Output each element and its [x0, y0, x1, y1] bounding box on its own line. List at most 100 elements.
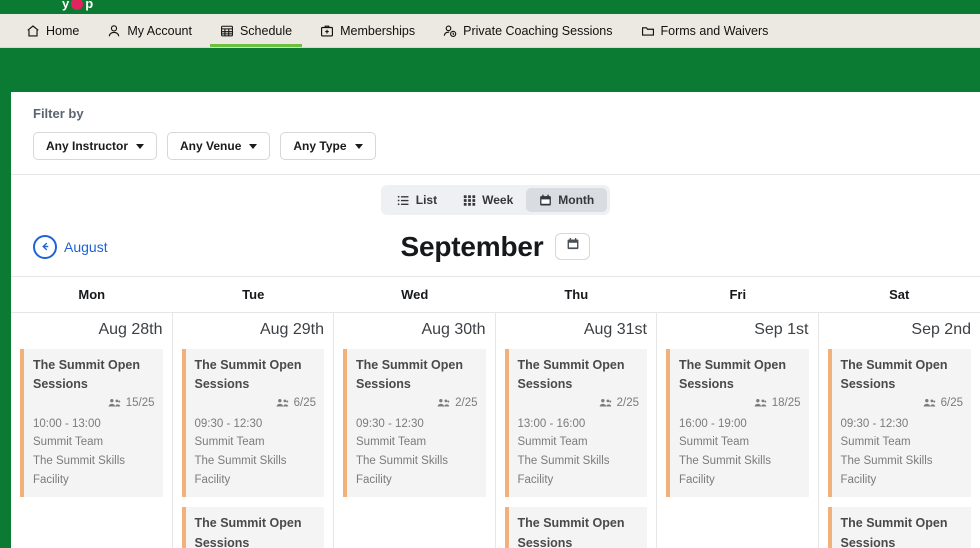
chevron-down-icon [249, 143, 258, 149]
weekday-sat: Sat [889, 287, 910, 302]
event-card[interactable]: The Summit Open Sessions 6/25 09:30 - 12… [181, 349, 324, 498]
event-card[interactable]: The Summit Open Sessions 18/25 16:00 - 1… [666, 349, 809, 498]
page-background: Filter by Any Instructor Any Venue Any T… [0, 48, 980, 548]
view-toggle-week[interactable]: Week [450, 188, 526, 212]
day-date-label: Aug 28th [98, 321, 163, 338]
date-picker-button[interactable] [555, 233, 591, 260]
event-capacity-text: 2/25 [455, 396, 478, 409]
event-instructor: Summit Team [679, 436, 750, 449]
nav-item-private-coaching-sessions[interactable]: Private Coaching Sessions [429, 14, 626, 47]
event-time: 09:30 - 12:30 [194, 417, 263, 430]
nav-item-schedule[interactable]: Schedule [206, 14, 306, 47]
event-title: The Summit Open Sessions [194, 516, 302, 548]
day-column: Aug 28th The Summit Open Sessions 15/25 … [11, 313, 173, 548]
top-brand-strip: y p [0, 0, 980, 14]
event-venue: The Summit Skills Facility [840, 455, 933, 486]
event-card[interactable]: The Summit Open Sessions 2/25 09:30 - 12… [343, 349, 486, 498]
page-title: September [400, 230, 544, 262]
view-toggle-list[interactable]: List [384, 188, 450, 212]
view-toggle-label: Month [558, 193, 595, 207]
event-instructor: Summit Team [517, 436, 588, 449]
nav-item-home[interactable]: Home [12, 14, 93, 47]
weekday-fri: Fri [729, 287, 747, 302]
event-capacity: 15/25 [33, 397, 155, 409]
weekday-header-row: Mon Tue Wed Thu Fri Sat [11, 277, 980, 313]
event-time: 16:00 - 19:00 [679, 417, 747, 430]
logo-text-right: p [85, 0, 94, 11]
event-instructor: Summit Team [356, 436, 427, 449]
view-toggle-group: List Week Month [380, 185, 611, 215]
nav-label: Private Coaching Sessions [463, 23, 613, 38]
home-icon [26, 24, 40, 38]
event-instructor: Summit Team [840, 436, 911, 449]
event-title: The Summit Open Sessions [517, 516, 625, 548]
view-toggle-label: Week [482, 193, 514, 207]
event-venue: The Summit Skills Facility [33, 455, 126, 486]
event-card[interactable]: The Summit Open Sessions 6/25 09:30 - 12… [827, 349, 971, 498]
user-icon [107, 24, 121, 38]
previous-month-button[interactable]: August [33, 234, 108, 259]
logo-text-left: y [62, 0, 70, 11]
event-instructor: Summit Team [33, 436, 104, 449]
folder-icon [641, 24, 655, 38]
event-capacity-text: 2/25 [616, 396, 639, 409]
event-card[interactable]: The Summit Open Sessions 2/25 13:00 - 16… [504, 349, 647, 498]
event-card[interactable]: The Summit Open Sessions 4/25 [827, 507, 971, 548]
attendees-icon [276, 399, 288, 407]
schedule-card: Filter by Any Instructor Any Venue Any T… [11, 92, 980, 548]
filter-chip-label: Any Venue [180, 139, 242, 153]
filter-instructor-dropdown[interactable]: Any Instructor [33, 132, 158, 160]
attendees-icon [923, 399, 935, 407]
attendees-icon [437, 399, 450, 407]
event-title: The Summit Open Sessions [517, 358, 625, 392]
event-capacity-text: 18/25 [771, 396, 801, 409]
event-time: 10:00 - 13:00 [33, 417, 101, 430]
event-title: The Summit Open Sessions [194, 358, 302, 392]
nav-item-my-account[interactable]: My Account [93, 14, 206, 47]
calendar-grid-icon [220, 24, 234, 38]
event-title: The Summit Open Sessions [840, 516, 948, 548]
main-navigation: Home My Account Schedule Memberships Pri… [0, 14, 980, 48]
event-time: 09:30 - 12:30 [356, 417, 424, 430]
filter-heading: Filter by [33, 106, 84, 121]
day-column: Aug 30th The Summit Open Sessions 2/25 0… [334, 313, 496, 548]
day-date-label: Aug 29th [259, 321, 324, 338]
day-date-label: Aug 30th [421, 321, 486, 338]
chevron-down-icon [354, 143, 363, 149]
filter-chip-label: Any Type [293, 139, 347, 153]
event-card[interactable]: The Summit Open Sessions 3/25 [504, 507, 647, 548]
nav-item-memberships[interactable]: Memberships [306, 14, 429, 47]
calendar-icon [539, 194, 552, 207]
view-toggle-label: List [415, 193, 438, 207]
event-card[interactable]: The Summit Open Sessions 15/25 10:00 - 1… [20, 349, 163, 498]
arrow-left-circle-icon [33, 234, 57, 259]
event-time: 09:30 - 12:30 [840, 417, 909, 430]
filter-type-dropdown[interactable]: Any Type [280, 132, 376, 160]
month-navigation: August September [11, 221, 980, 277]
day-column: Aug 29th The Summit Open Sessions 6/25 0… [173, 313, 334, 548]
event-instructor: Summit Team [194, 436, 265, 449]
event-capacity: 2/25 [518, 396, 639, 409]
event-capacity-text: 6/25 [940, 396, 963, 409]
event-capacity-text: 6/25 [293, 396, 316, 409]
membership-card-icon [320, 24, 334, 38]
event-title: The Summit Open Sessions [33, 358, 140, 392]
view-toggle-month[interactable]: Month [526, 188, 608, 212]
current-month-title-group: September [11, 231, 980, 263]
weekday-wed: Wed [401, 287, 429, 302]
filter-venue-dropdown[interactable]: Any Venue [167, 132, 271, 160]
filter-chip-label: Any Instructor [46, 139, 129, 153]
event-venue: The Summit Skills Facility [194, 455, 287, 486]
event-card[interactable]: The Summit Open Sessions 1/24 [181, 507, 324, 548]
nav-label: My Account [127, 23, 192, 38]
view-toggle-section: List Week Month [11, 175, 980, 221]
attendees-icon [108, 399, 120, 407]
day-date-label: Sep 2nd [911, 321, 971, 338]
event-time: 13:00 - 16:00 [517, 417, 586, 430]
event-capacity: 6/25 [195, 396, 316, 409]
event-title: The Summit Open Sessions [356, 358, 463, 392]
nav-item-forms-and-waivers[interactable]: Forms and Waivers [627, 14, 783, 47]
day-column: Aug 31st The Summit Open Sessions 2/25 1… [496, 313, 657, 548]
site-logo[interactable]: y p [62, 0, 93, 10]
weekday-tue: Tue [242, 287, 265, 302]
